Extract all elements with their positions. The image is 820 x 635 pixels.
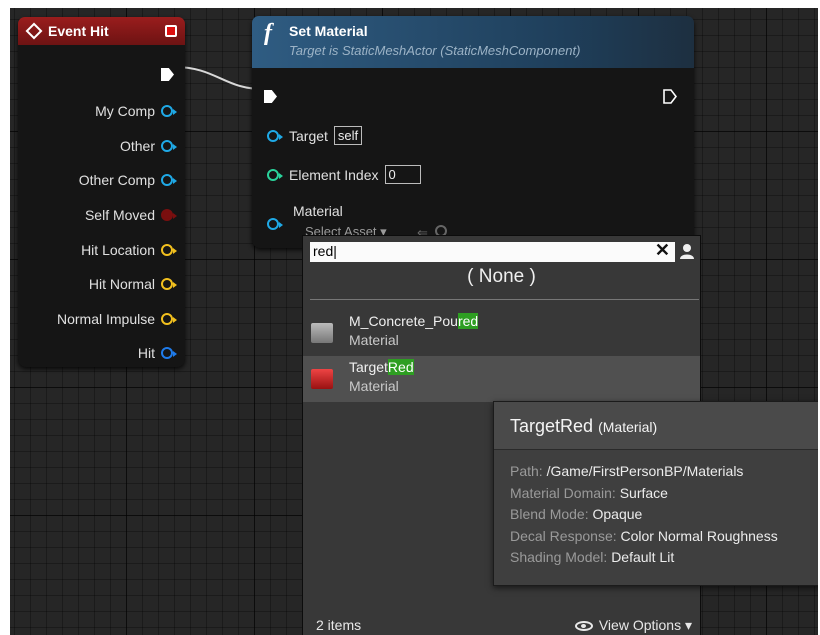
int-pin-icon[interactable] — [267, 168, 283, 181]
function-icon: f — [264, 20, 272, 46]
pin-my-comp[interactable]: My Comp — [95, 103, 177, 119]
pin-label: My Comp — [95, 103, 155, 119]
tooltip-title: TargetRed (Material) — [510, 416, 658, 436]
pin-label: Normal Impulse — [56, 311, 155, 327]
pin-label: Hit — [137, 345, 155, 361]
asset-list-item-selected[interactable]: TargetRed Material — [303, 356, 700, 402]
pin-label: Other — [119, 138, 155, 154]
pin-other[interactable]: Other — [119, 138, 177, 154]
tooltip-row: Blend Mode: Opaque — [510, 506, 643, 522]
bool-pin-icon[interactable] — [161, 209, 177, 221]
event-diamond-icon — [25, 22, 43, 40]
eye-icon — [574, 620, 593, 631]
event-node-header[interactable]: Event Hit — [18, 17, 185, 45]
material-label: Material — [293, 203, 343, 219]
exec-out-pin-icon[interactable] — [161, 68, 174, 81]
vector-pin-icon[interactable] — [161, 244, 177, 256]
view-options-button[interactable]: View Options ▾ — [574, 617, 692, 634]
tooltip-row: Decal Response: Color Normal Roughness — [510, 527, 778, 544]
material-pin-icon[interactable] — [267, 218, 283, 230]
tooltip-row: Material Domain: Surface — [510, 484, 668, 501]
user-filter-icon[interactable] — [679, 243, 695, 259]
object-pin-icon[interactable] — [161, 140, 177, 152]
asset-name: TargetRed — [349, 359, 414, 375]
pin-label: Self Moved — [84, 207, 155, 223]
tooltip-header: TargetRed (Material) — [494, 402, 818, 450]
asset-list-item[interactable]: M_Concrete_Poured Material — [303, 310, 700, 356]
pin-hit-normal[interactable]: Hit Normal — [88, 276, 177, 292]
material-thumbnail-icon — [311, 323, 333, 343]
event-node-title: Event Hit — [48, 23, 109, 39]
element-index-label: Element Index — [289, 166, 379, 183]
material-thumbnail-icon — [311, 369, 333, 389]
pin-label: Other Comp — [78, 172, 155, 188]
vector-pin-icon[interactable] — [161, 313, 177, 325]
tooltip-row: Path: /Game/FirstPersonBP/Materials — [510, 463, 744, 479]
set-material-node[interactable]: f Set Material Target is StaticMeshActor… — [252, 16, 694, 248]
pin-label: Hit Normal — [88, 276, 155, 292]
tooltip-row: Shading Model: Default Lit — [510, 549, 675, 565]
view-options-label: View Options ▾ — [598, 617, 692, 633]
target-input-row[interactable]: Target self — [267, 126, 363, 145]
function-node-title: Set Material — [289, 23, 368, 39]
delegate-pin-icon[interactable] — [165, 25, 177, 37]
object-pin-icon[interactable] — [161, 174, 177, 186]
pin-label: Hit Location — [81, 242, 155, 258]
vector-pin-icon[interactable] — [161, 278, 177, 290]
asset-tooltip: TargetRed (Material) Path: /Game/FirstPe… — [493, 401, 818, 586]
pin-other-comp[interactable]: Other Comp — [78, 172, 177, 188]
struct-pin-icon[interactable] — [161, 347, 177, 359]
pin-hit[interactable]: Hit — [137, 345, 177, 361]
pin-self-moved[interactable]: Self Moved — [84, 207, 177, 223]
blueprint-graph-canvas[interactable]: Event Hit My Comp Other Other Comp Self … — [10, 8, 818, 635]
element-index-input[interactable]: 0 — [384, 165, 421, 184]
exec-out-pin-icon[interactable] — [663, 89, 677, 104]
pin-normal-impulse[interactable]: Normal Impulse — [56, 311, 177, 327]
target-value: self — [333, 126, 363, 145]
clear-search-icon[interactable]: ✕ — [655, 240, 670, 261]
object-pin-icon[interactable] — [161, 105, 177, 117]
pin-hit-location[interactable]: Hit Location — [81, 242, 177, 258]
element-index-row[interactable]: Element Index 0 — [267, 165, 421, 184]
search-text[interactable]: red| — [313, 243, 337, 259]
asset-type: Material — [349, 332, 399, 348]
target-label: Target — [289, 127, 328, 144]
divider — [310, 299, 699, 300]
tooltip-details: Path: /Game/FirstPersonBP/Materials Mate… — [510, 461, 778, 569]
function-node-header[interactable]: f Set Material Target is StaticMeshActor… — [252, 16, 694, 68]
asset-name: M_Concrete_Poured — [349, 313, 479, 329]
asset-search-input[interactable]: red| ✕ — [310, 240, 675, 262]
none-option[interactable]: ( None ) — [303, 266, 700, 288]
event-hit-node[interactable]: Event Hit My Comp Other Other Comp Self … — [18, 17, 185, 367]
exec-in-pin-icon[interactable] — [264, 90, 277, 103]
object-pin-icon[interactable] — [267, 129, 283, 142]
item-count: 2 items — [316, 617, 362, 633]
function-node-subtitle: Target is StaticMeshActor (StaticMeshCom… — [289, 43, 581, 58]
asset-type: Material — [349, 378, 399, 394]
